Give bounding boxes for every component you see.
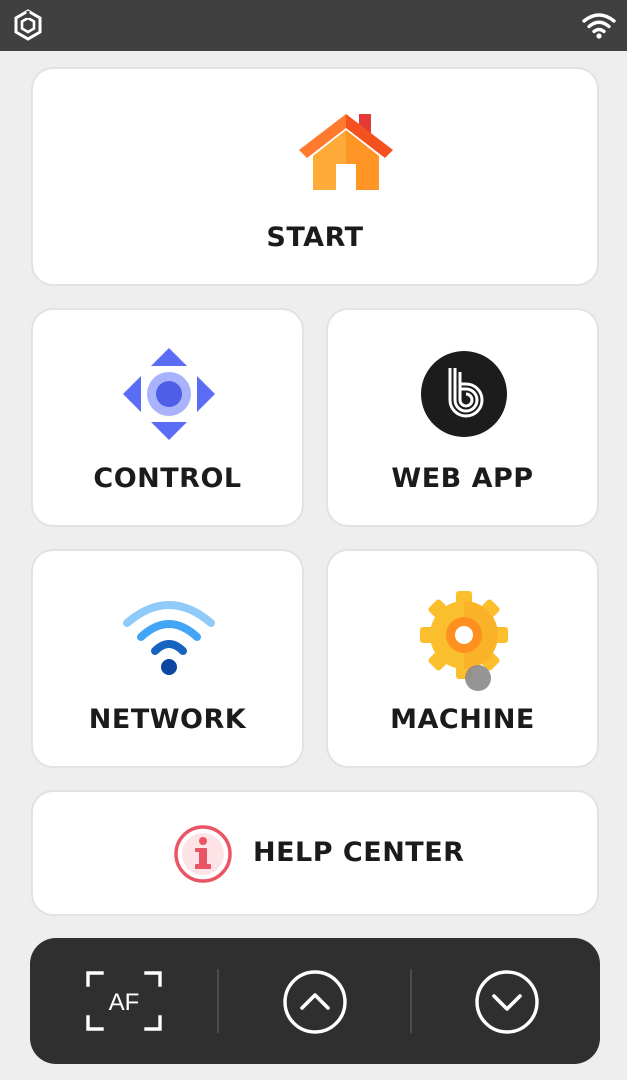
- web-app-logo-icon: [421, 351, 507, 437]
- machine-button[interactable]: MACHINE: [326, 549, 599, 768]
- wifi-icon: [123, 601, 215, 675]
- start-label: START: [266, 222, 364, 253]
- web-app-label: WEB APP: [391, 463, 534, 494]
- machine-label: MACHINE: [390, 704, 535, 735]
- bottom-toolbar: AF: [30, 938, 600, 1064]
- autofocus-button[interactable]: AF: [86, 971, 162, 1031]
- web-app-button[interactable]: WEB APP: [326, 308, 599, 527]
- help-center-label: HELP CENTER: [253, 837, 465, 868]
- chevron-down-circle-icon[interactable]: [474, 969, 540, 1035]
- touch-cursor: [465, 665, 491, 691]
- start-button[interactable]: START: [31, 67, 599, 286]
- autofocus-label: AF: [109, 989, 140, 1016]
- help-center-button[interactable]: HELP CENTER: [31, 790, 599, 916]
- directional-pad-icon: [123, 348, 215, 440]
- gear-icon: [420, 591, 508, 679]
- app-logo-icon: [14, 9, 42, 41]
- network-button[interactable]: NETWORK: [31, 549, 304, 768]
- toolbar-divider: [410, 969, 412, 1033]
- info-icon: [174, 825, 232, 883]
- control-button[interactable]: CONTROL: [31, 308, 304, 527]
- network-label: NETWORK: [88, 704, 247, 735]
- status-bar: [0, 0, 627, 51]
- chevron-up-circle-icon[interactable]: [282, 969, 348, 1035]
- wifi-status-icon[interactable]: [582, 11, 616, 39]
- toolbar-divider: [217, 969, 219, 1033]
- home-icon: [299, 114, 393, 190]
- control-label: CONTROL: [93, 463, 242, 494]
